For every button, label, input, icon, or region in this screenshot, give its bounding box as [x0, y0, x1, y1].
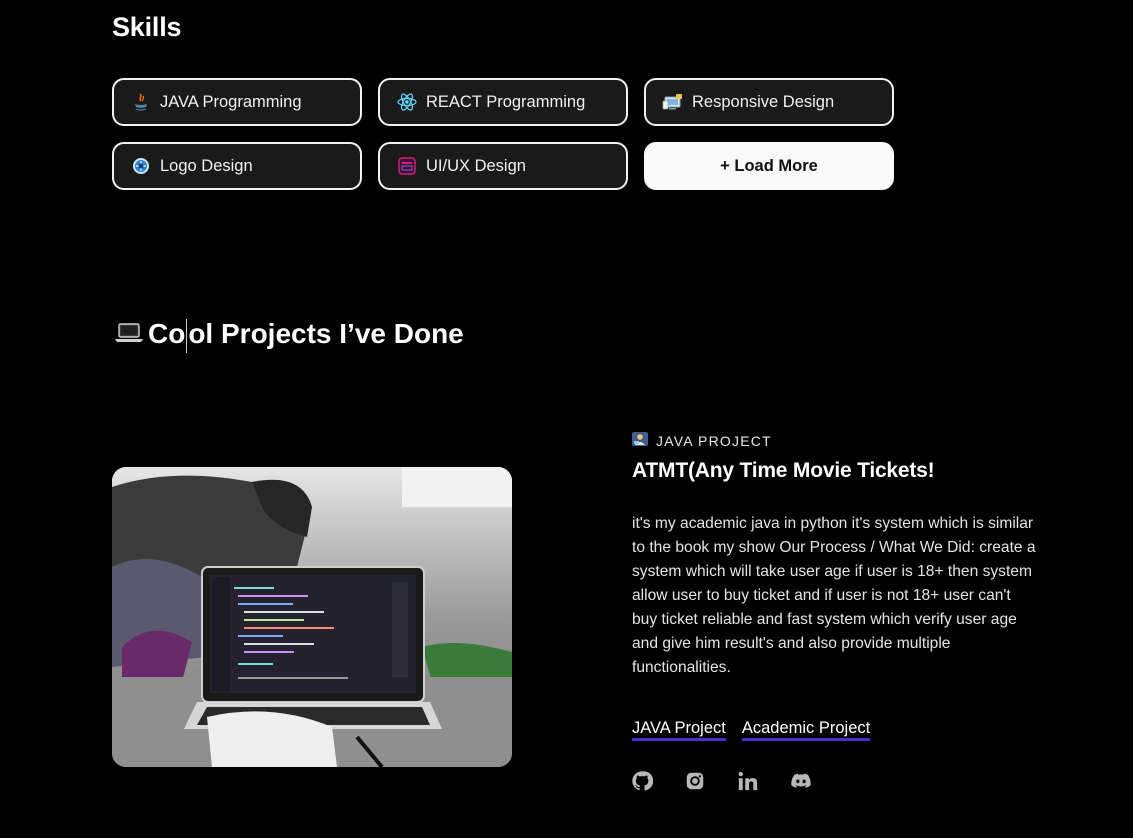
skills-grid: JAVA Programming REACT Programming Respo…	[112, 78, 894, 190]
skill-label: REACT Programming	[426, 92, 586, 111]
developer-emoji-icon	[632, 432, 648, 449]
logo-design-icon	[130, 155, 152, 177]
project-title: ATMT(Any Time Movie Tickets!	[632, 459, 935, 482]
project-kicker: JAVA PROJECT	[632, 432, 772, 449]
responsive-design-icon	[662, 91, 684, 113]
skill-label: UI/UX Design	[426, 156, 526, 175]
github-icon[interactable]	[631, 770, 653, 792]
load-more-button[interactable]: + Load More	[644, 142, 894, 190]
uiux-icon	[396, 155, 418, 177]
skill-label: Responsive Design	[692, 92, 835, 111]
skill-label: Logo Design	[160, 156, 253, 175]
project-tags: JAVA Project Academic Project	[632, 718, 871, 741]
project-kicker-label: JAVA PROJECT	[656, 432, 772, 449]
social-links	[631, 770, 812, 792]
laptop-emoji-icon	[114, 319, 144, 351]
react-icon	[396, 91, 418, 113]
tag-java-project[interactable]: JAVA Project	[632, 718, 726, 741]
instagram-icon[interactable]	[684, 770, 706, 792]
linkedin-icon[interactable]	[737, 770, 759, 792]
skill-label: JAVA Programming	[160, 92, 302, 111]
skill-chip-responsive-design[interactable]: Responsive Design	[644, 78, 894, 126]
tag-academic-project[interactable]: Academic Project	[741, 718, 871, 741]
projects-heading: Co ol Projects I’ve Done	[114, 318, 464, 353]
project-description: it's my academic java in python it's sys…	[632, 515, 1036, 676]
project-image	[112, 467, 512, 767]
skills-heading: Skills	[112, 12, 182, 42]
java-icon	[130, 91, 152, 113]
skill-chip-uiux-design[interactable]: UI/UX Design	[378, 142, 628, 190]
projects-heading-text: Co ol Projects I’ve Done	[148, 318, 464, 353]
skill-chip-react[interactable]: REACT Programming	[378, 78, 628, 126]
discord-icon[interactable]	[790, 770, 812, 792]
skill-chip-java[interactable]: JAVA Programming	[112, 78, 362, 126]
skill-chip-logo-design[interactable]: Logo Design	[112, 142, 362, 190]
